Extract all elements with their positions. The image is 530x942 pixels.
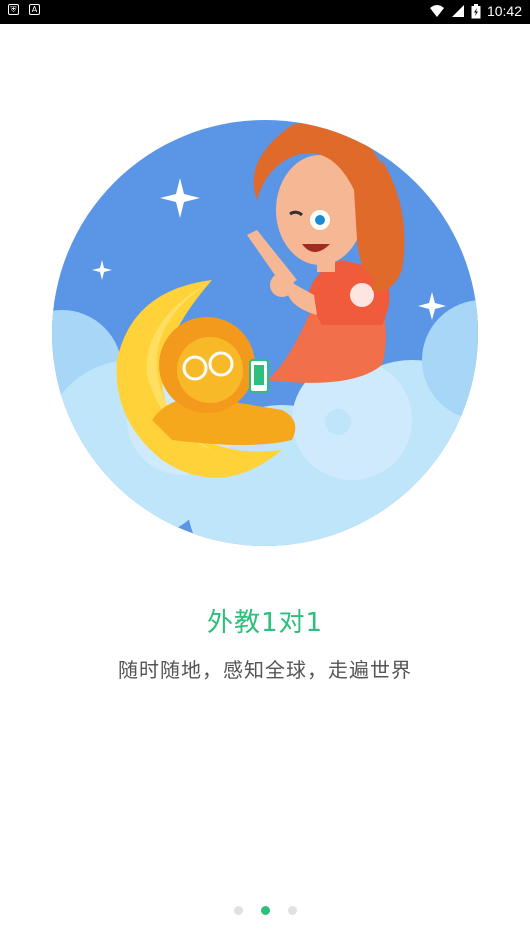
page-dot-2-active[interactable]: [260, 906, 270, 915]
shield-icon: ⛨: [8, 4, 19, 15]
onboarding-illustration: [52, 120, 478, 546]
signal-icon: [451, 5, 464, 17]
onboarding-subtitle: 随时随地，感知全球，走遍世界: [118, 658, 412, 682]
a-icon: A: [29, 4, 40, 15]
page-dot-3[interactable]: [287, 906, 297, 915]
wifi-icon: [429, 5, 444, 17]
page-indicator: [0, 906, 530, 915]
onboarding-title: 外教1对1: [206, 608, 324, 638]
status-time: 10:42: [486, 3, 522, 19]
battery-icon: [471, 3, 481, 18]
status-bar: ⛨ A 10:42: [0, 0, 530, 24]
status-left-icons: ⛨ A: [8, 4, 40, 15]
status-right: 10:42: [429, 3, 522, 19]
page-dot-1[interactable]: [233, 906, 243, 915]
